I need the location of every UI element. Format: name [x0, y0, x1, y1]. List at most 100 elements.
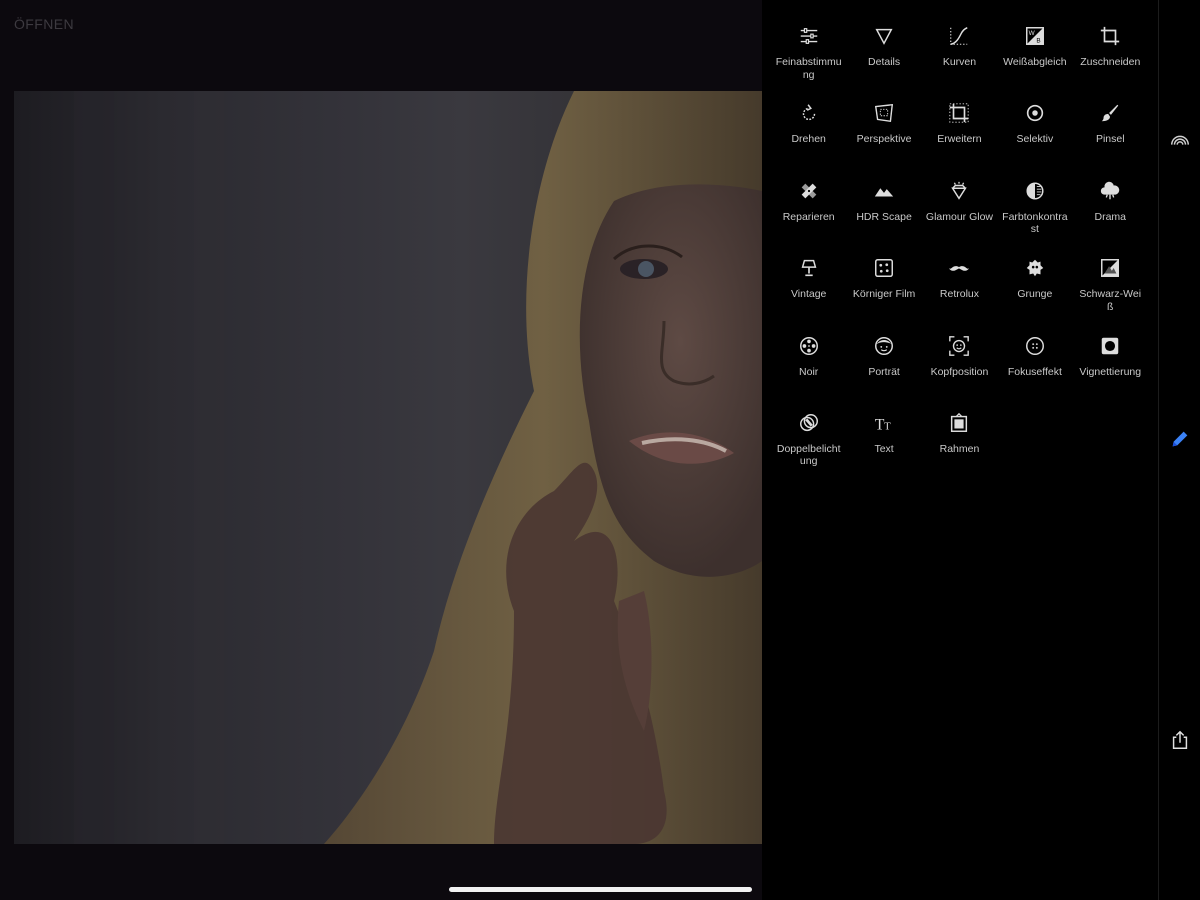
tool-frame[interactable]: Rahmen [922, 411, 997, 488]
tool-grain[interactable]: Körniger Film [846, 256, 921, 333]
tool-label: Rahmen [939, 442, 980, 455]
grain-icon [872, 256, 896, 280]
tool-sliders[interactable]: Feinabstimmung [771, 24, 846, 101]
tool-rotate[interactable]: Drehen [771, 101, 846, 178]
tool-label: Perspektive [856, 133, 912, 146]
triangle-down-icon [872, 24, 896, 48]
tool-black-white[interactable]: Schwarz-Weiß [1073, 256, 1148, 333]
text-icon: TT [872, 411, 896, 435]
tool-label: Drama [1094, 210, 1126, 223]
lamp-icon [797, 256, 821, 280]
mustache-icon [947, 256, 971, 280]
tool-lamp[interactable]: Vintage [771, 256, 846, 333]
tool-tonal-contrast[interactable]: Farbtonkontrast [997, 179, 1072, 256]
tool-label: Weißabgleich [1003, 56, 1067, 68]
frame-icon [947, 411, 971, 435]
perspective-icon [872, 101, 896, 125]
tool-label: Porträt [868, 365, 900, 378]
tools-panel: Feinabstimmung Details Kurven W B Weißabgleic… [762, 0, 1158, 900]
tool-label: Vintage [790, 288, 827, 301]
svg-text:T: T [884, 420, 891, 432]
grunge-icon [1023, 256, 1047, 280]
tool-diamond[interactable]: Glamour Glow [922, 179, 997, 256]
selective-icon [1023, 101, 1047, 125]
tool-label: Vignettierung [1079, 365, 1142, 378]
tool-label: Retrolux [939, 288, 980, 301]
film-reel-icon [797, 334, 821, 358]
mountains-icon [872, 179, 896, 203]
tool-label: Zuschneiden [1080, 56, 1141, 68]
tool-text[interactable]: T T Text [846, 411, 921, 488]
tool-label: Pinsel [1095, 133, 1125, 146]
head-pose-icon [947, 334, 971, 358]
tool-label: Körniger Film [852, 288, 916, 301]
tool-focus[interactable]: Fokuseffekt [997, 334, 1072, 411]
double-exposure-icon [797, 411, 821, 435]
image-canvas-area: ÖFFNEN [0, 0, 762, 900]
tool-label: Kurven [942, 56, 977, 68]
portrait-photo [74, 91, 762, 844]
right-rail [1158, 0, 1200, 900]
tool-brush[interactable]: Pinsel [1073, 101, 1148, 178]
tool-label: Schwarz-Weiß [1079, 288, 1142, 313]
tool-label: Selektiv [1016, 133, 1054, 146]
tool-vignette[interactable]: Vignettierung [1073, 334, 1148, 411]
face-icon [872, 334, 896, 358]
tool-film-reel[interactable]: Noir [771, 334, 846, 411]
looks-icon [1171, 135, 1189, 145]
tool-label: Kopfposition [930, 365, 989, 378]
tool-perspective[interactable]: Perspektive [846, 101, 921, 178]
tool-label: Farbtonkontrast [1002, 210, 1068, 236]
tool-label: Text [874, 442, 894, 455]
home-indicator[interactable] [449, 887, 752, 892]
tool-label: Erweitern [937, 133, 982, 146]
tool-grid: Feinabstimmung Details Kurven W B Weißabgleic… [771, 24, 1148, 488]
tool-label: Feinabstimmung [775, 56, 842, 81]
tool-label: Fokuseffekt [1007, 365, 1062, 378]
tool-expand[interactable]: Erweitern [922, 101, 997, 178]
tools-button[interactable] [1168, 427, 1192, 451]
tool-mountains[interactable]: HDR Scape [846, 179, 921, 256]
tool-grunge[interactable]: Grunge [997, 256, 1072, 333]
tool-face[interactable]: Porträt [846, 334, 921, 411]
tool-label: HDR Scape [856, 210, 912, 223]
tool-crop[interactable]: Zuschneiden [1073, 24, 1148, 101]
tool-label: Reparieren [782, 210, 835, 223]
pencil-icon [1172, 431, 1188, 447]
focus-icon [1023, 334, 1047, 358]
tool-head-pose[interactable]: Kopfposition [922, 334, 997, 411]
tonal-contrast-icon [1023, 179, 1047, 203]
cloud-icon [1098, 179, 1122, 203]
rotate-icon [797, 101, 821, 125]
diamond-icon [947, 179, 971, 203]
tool-bandage[interactable]: Reparieren [771, 179, 846, 256]
tool-white-balance[interactable]: W B Weißabgleich [997, 24, 1072, 101]
tool-label: Doppelbelichtung [776, 442, 841, 468]
export-button[interactable] [1168, 728, 1192, 752]
black-white-icon [1098, 256, 1122, 280]
tool-label: Noir [799, 365, 819, 378]
sliders-icon [797, 24, 821, 48]
brush-icon [1098, 101, 1122, 125]
curves-icon [947, 24, 971, 48]
tool-label: Details [868, 56, 901, 68]
tool-curves[interactable]: Kurven [922, 24, 997, 101]
tool-label: Drehen [791, 133, 826, 146]
photo-preview[interactable] [14, 91, 762, 844]
tool-triangle-down[interactable]: Details [846, 24, 921, 101]
tool-label: Glamour Glow [925, 210, 994, 223]
white-balance-icon: WB [1023, 24, 1047, 48]
tool-mustache[interactable]: Retrolux [922, 256, 997, 333]
tool-label: Grunge [1017, 288, 1053, 301]
svg-text:B: B [1036, 37, 1040, 44]
vignette-icon [1098, 334, 1122, 358]
tool-selective[interactable]: Selektiv [997, 101, 1072, 178]
tool-cloud[interactable]: Drama [1073, 179, 1148, 256]
tool-double-exposure[interactable]: Doppelbelichtung [771, 411, 846, 488]
looks-button[interactable] [1168, 128, 1192, 152]
share-icon [1172, 730, 1188, 749]
open-button[interactable]: ÖFFNEN [14, 16, 74, 32]
bandage-icon [797, 179, 821, 203]
expand-icon [947, 101, 971, 125]
svg-text:W: W [1028, 30, 1035, 37]
